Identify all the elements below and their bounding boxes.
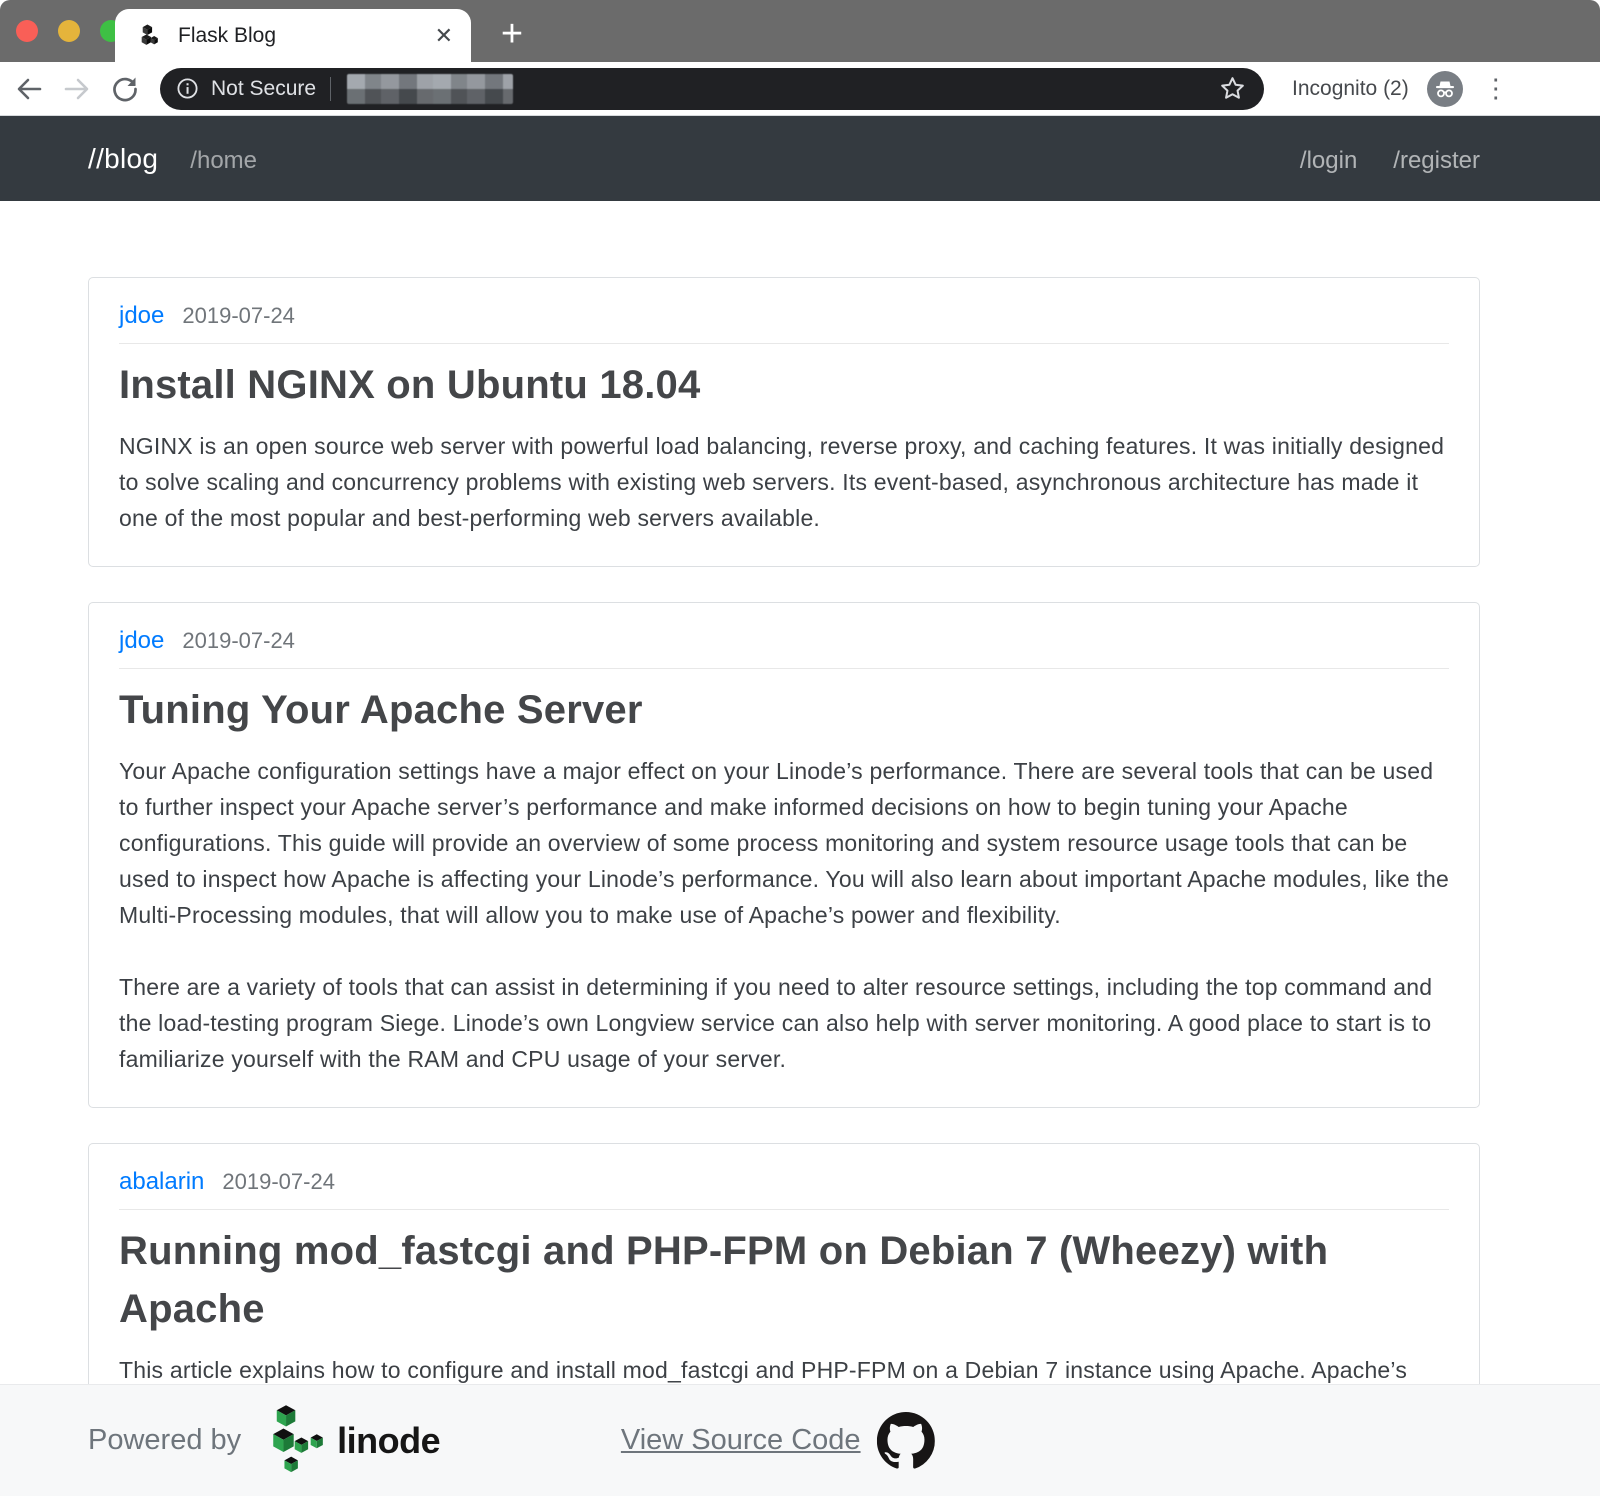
bookmark-star-icon[interactable] [1219,75,1246,102]
post-author-link[interactable]: jdoe [119,302,164,330]
post-author-link[interactable]: abalarin [119,1168,204,1196]
powered-by-label: Powered by [88,1424,241,1457]
new-tab-button[interactable]: + [490,12,534,56]
tab-title: Flask Blog [178,24,435,48]
forward-icon[interactable] [62,74,92,104]
reload-icon[interactable] [110,74,140,104]
omnibox-divider [330,77,331,101]
linode-logo-icon[interactable] [263,1404,327,1478]
post-date: 2019-07-24 [182,303,295,329]
post-body: Your Apache configuration settings have … [119,753,1449,1077]
flask-blog-favicon [137,23,163,49]
post-title[interactable]: Tuning Your Apache Server [119,681,1449,739]
post-meta-divider [119,668,1449,669]
view-source-link[interactable]: View Source Code [621,1424,861,1457]
post-card: jdoe 2019-07-24 Tuning Your Apache Serve… [88,602,1480,1108]
post-title[interactable]: Install NGINX on Ubuntu 18.04 [119,356,1449,414]
nav-link-login[interactable]: /login [1300,147,1357,175]
post-date: 2019-07-24 [222,1169,335,1195]
site-footer: Powered by linode View Source Code [0,1384,1600,1496]
window-minimize-button[interactable] [58,20,80,42]
github-icon[interactable] [877,1412,935,1470]
browser-tab[interactable]: Flask Blog ✕ [115,9,471,62]
site-navbar: //blog /home /login /register [0,116,1600,201]
window-close-button[interactable] [16,20,38,42]
browser-menu-icon[interactable]: ⋮ [1483,73,1509,104]
info-icon[interactable] [176,77,199,100]
post-body: NGINX is an open source web server with … [119,428,1449,536]
window-controls [16,20,122,42]
url-redacted-blur[interactable] [347,74,513,104]
navbar-brand[interactable]: //blog [88,143,158,175]
back-icon[interactable] [14,74,44,104]
nav-link-home[interactable]: /home [190,147,257,175]
browser-tabstrip: Flask Blog ✕ + [0,0,1600,62]
address-bar[interactable]: Not Secure [160,68,1264,110]
post-date: 2019-07-24 [182,628,295,654]
posts-list: jdoe 2019-07-24 Install NGINX on Ubuntu … [0,201,1600,1455]
post-title[interactable]: Running mod_fastcgi and PHP-FPM on Debia… [119,1222,1449,1338]
not-secure-label[interactable]: Not Secure [211,77,316,101]
linode-wordmark[interactable]: linode [337,1420,440,1462]
post-author-link[interactable]: jdoe [119,627,164,655]
post-card: jdoe 2019-07-24 Install NGINX on Ubuntu … [88,277,1480,567]
tab-close-icon[interactable]: ✕ [435,23,453,49]
nav-link-register[interactable]: /register [1393,147,1480,175]
incognito-label: Incognito (2) [1292,77,1409,101]
post-paragraph: There are a variety of tools that can as… [119,969,1449,1077]
post-meta-divider [119,1209,1449,1210]
post-paragraph: NGINX is an open source web server with … [119,428,1449,536]
post-paragraph: Your Apache configuration settings have … [119,753,1449,933]
post-meta-divider [119,343,1449,344]
incognito-avatar-icon[interactable] [1427,71,1463,107]
browser-toolbar: Not Secure Incognito (2) ⋮ [0,62,1600,116]
